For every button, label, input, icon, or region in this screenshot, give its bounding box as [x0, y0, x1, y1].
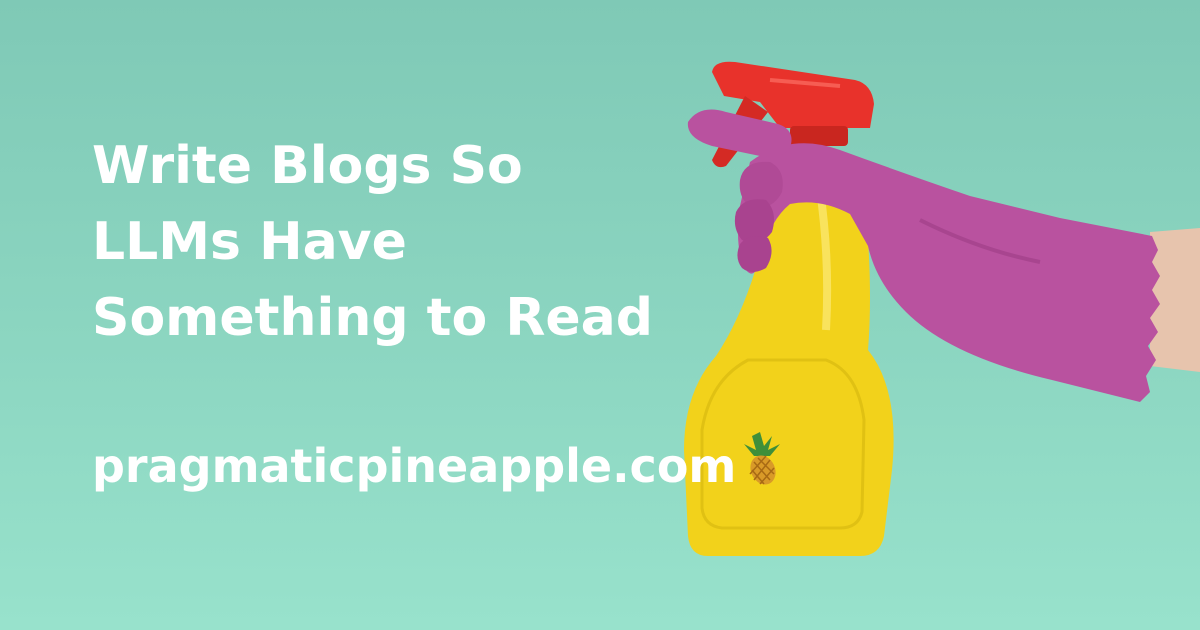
headline-line: Something to Read [92, 288, 653, 348]
site-url: pragmaticpineapple.com [92, 439, 737, 493]
headline-line: Write Blogs So [92, 136, 523, 196]
pineapple-icon [744, 432, 780, 485]
headline-line: LLMs Have [92, 212, 407, 272]
social-card: Write Blogs So LLMs Have Something to Re… [0, 0, 1200, 630]
headline: Write Blogs So LLMs Have Something to Re… [92, 128, 692, 356]
